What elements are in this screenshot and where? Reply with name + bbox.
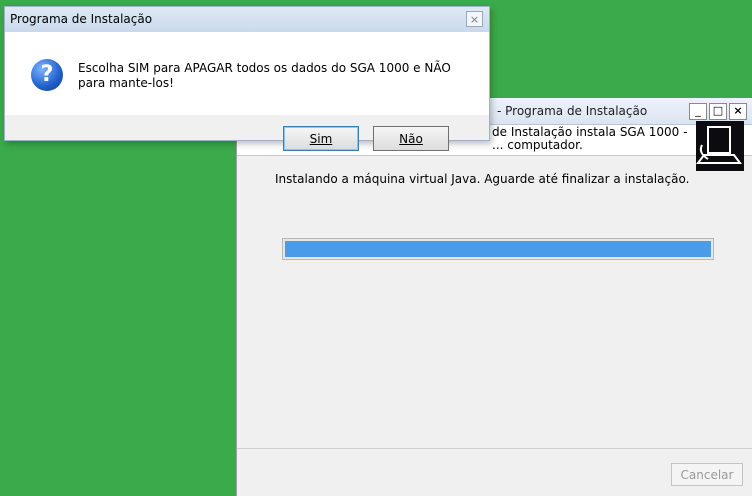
dialog-title: Programa de Instalação [10,12,153,26]
installer-status-text: Instalando a máquina virtual Java. Aguar… [275,172,690,186]
minimize-button[interactable]: _ [689,103,707,120]
progress-fill [285,241,711,257]
progress-bar [282,238,714,260]
close-button[interactable]: × [729,103,747,120]
divider [237,448,752,449]
installer-description: de Instalação instala SGA 1000 - ... com… [492,125,688,152]
no-button[interactable]: Não [373,126,449,151]
computer-logo-icon [696,121,744,171]
question-icon: ? [31,59,63,91]
dialog-title-bar: Programa de Instalação × [5,7,489,32]
installer-title: - Programa de Instalação [497,104,648,118]
maximize-button[interactable]: □ [709,103,727,120]
dialog-close-icon[interactable]: × [466,11,483,27]
confirm-dialog: Programa de Instalação × ? Escolha SIM p… [4,6,490,141]
no-button-label: Não [399,131,423,146]
installer-window: - Programa de Instalação _ □ × de Instal… [236,98,752,496]
yes-button-label: Sim [309,131,333,146]
cancel-button[interactable]: Cancelar [671,463,743,486]
yes-button[interactable]: Sim [283,126,359,151]
dialog-message: Escolha SIM para APAGAR todos os dados d… [78,61,451,90]
